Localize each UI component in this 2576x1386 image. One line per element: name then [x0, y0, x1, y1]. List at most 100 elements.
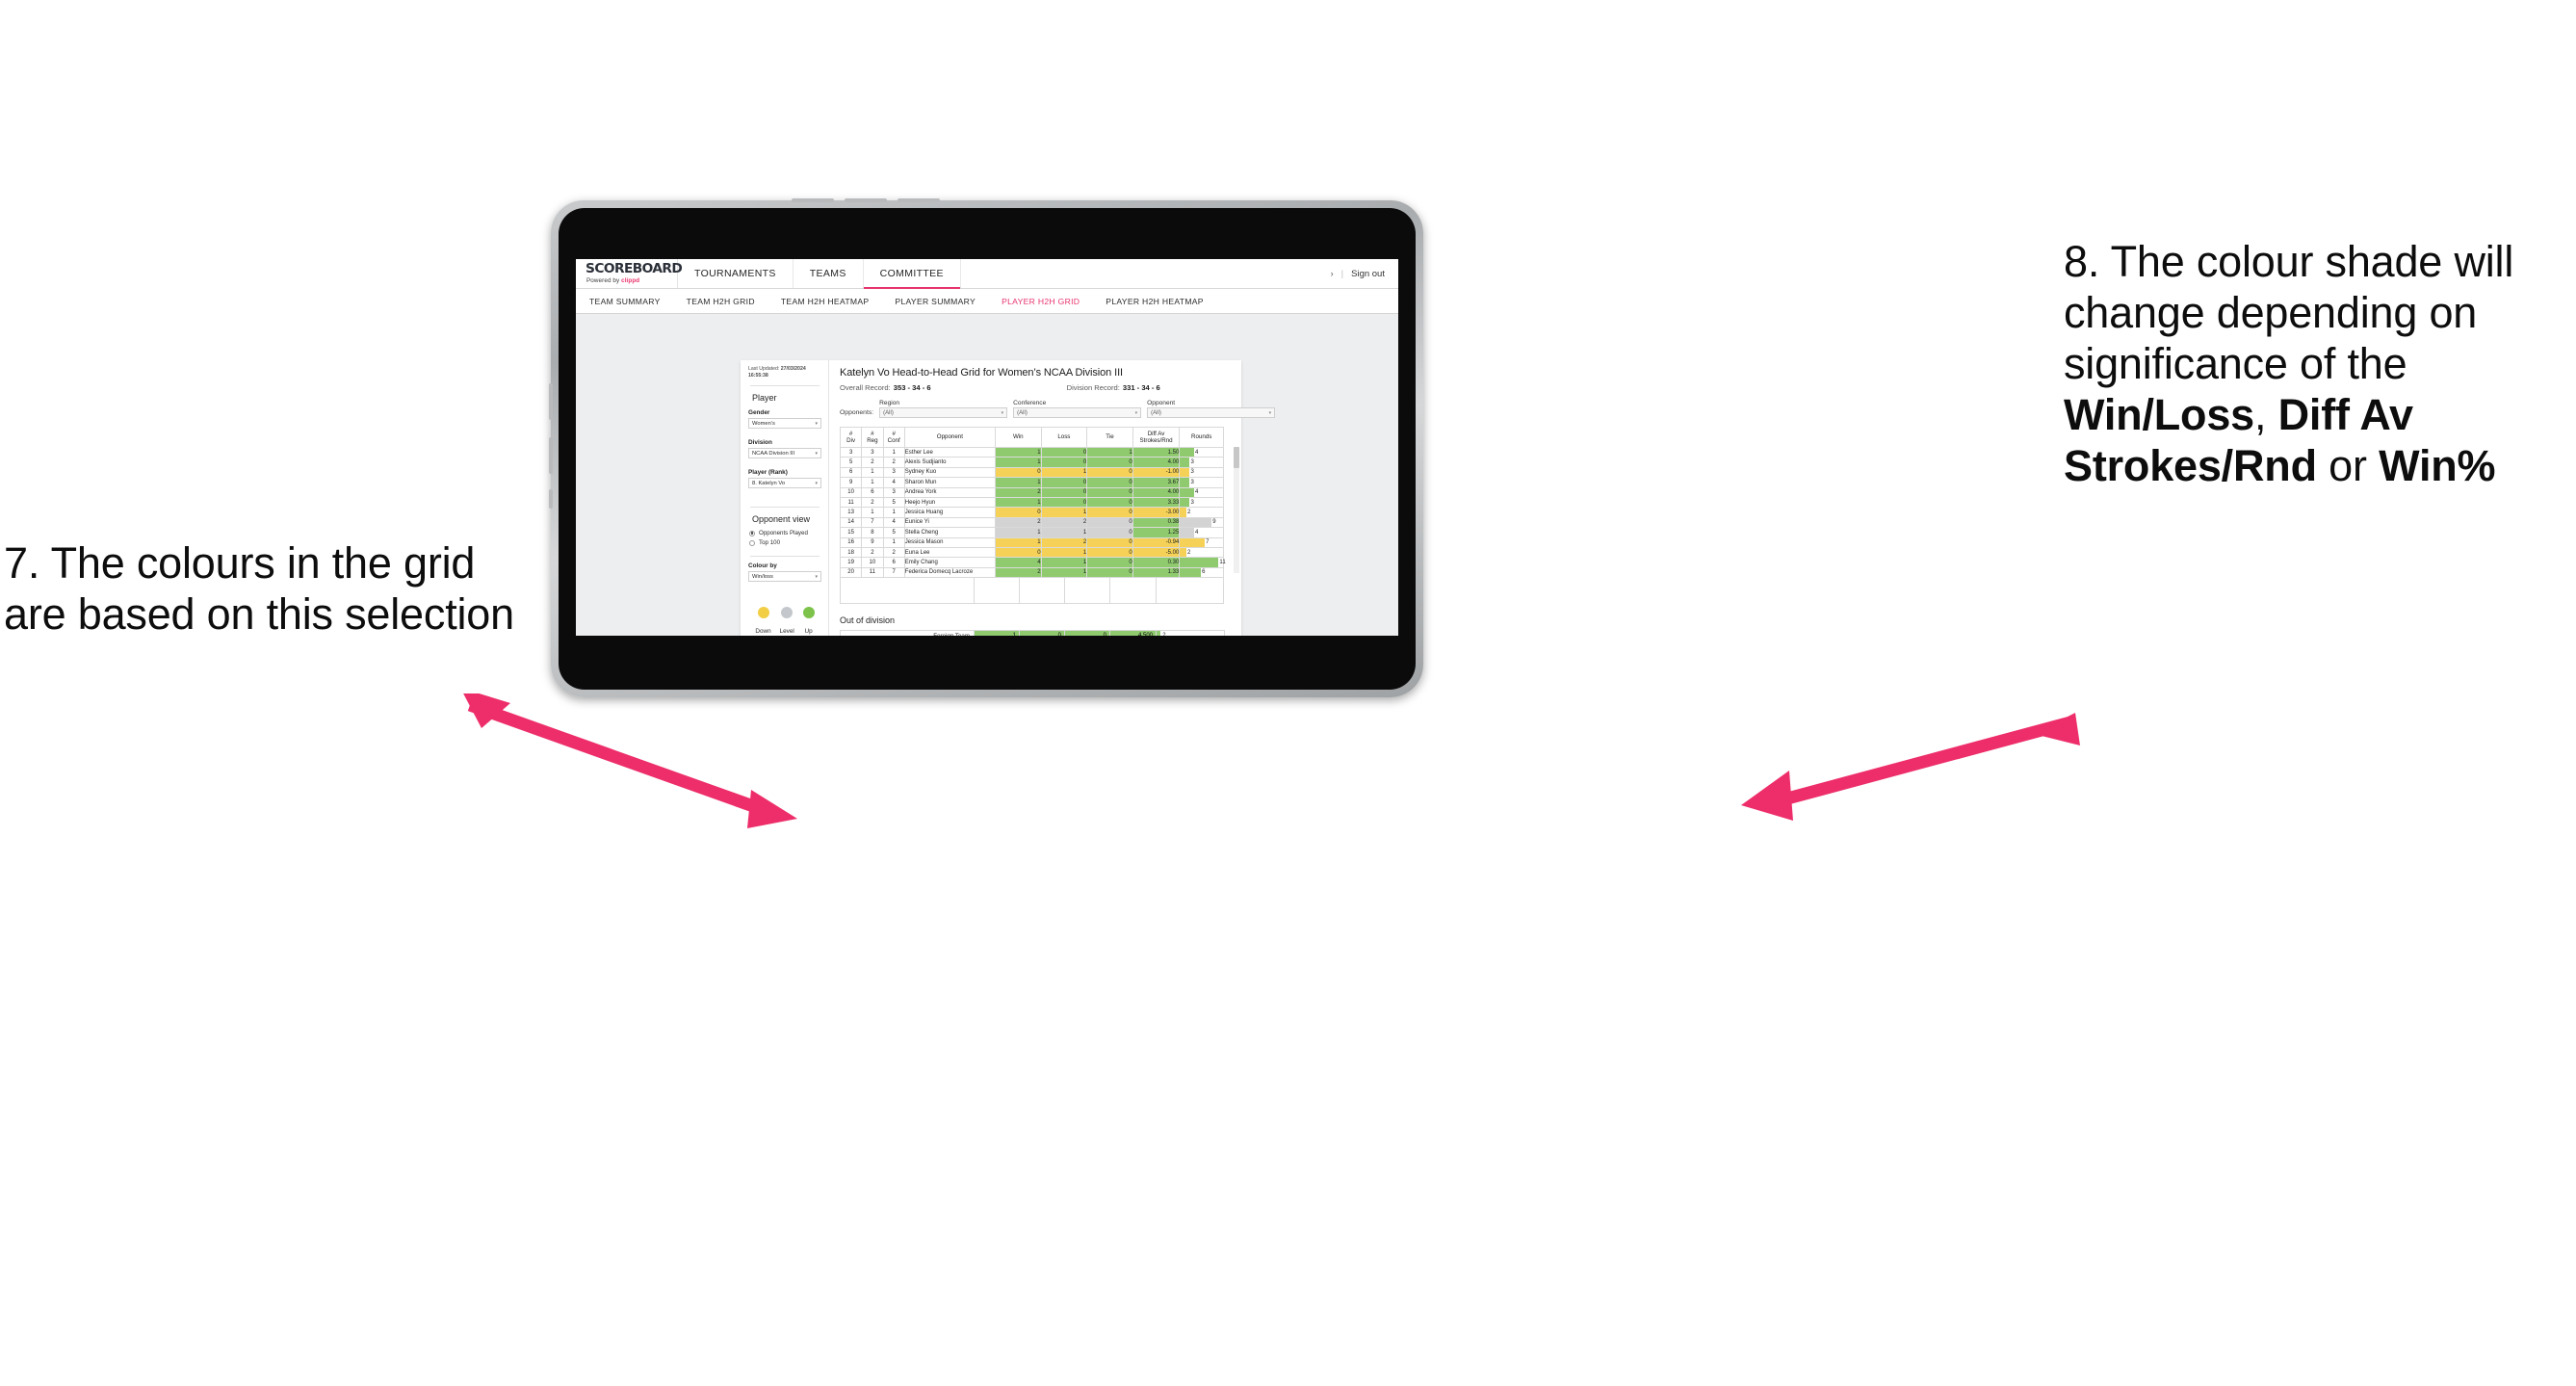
overall-record-value: 353 - 34 - 6 — [893, 383, 931, 392]
chevron-right-icon[interactable]: › — [1331, 269, 1334, 278]
annotation-8-mid2: or — [2316, 441, 2380, 491]
header-divider: | — [1340, 268, 1344, 279]
cell-conf: 5 — [882, 496, 905, 509]
cell-ood-tie: 0 — [1064, 630, 1110, 636]
tab-player-h2h-grid[interactable]: PLAYER H2H GRID — [1002, 297, 1080, 306]
cell-win: 1 — [994, 496, 1042, 509]
tail-line-5 — [1156, 578, 1157, 604]
table-row[interactable]: 15 8 5 Stella Cheng 1 1 0 1.25 4 — [839, 527, 1224, 538]
table-row[interactable]: 13 1 1 Jessica Huang 0 1 0 -3.00 2 — [839, 507, 1224, 518]
tail-line-3 — [1064, 578, 1065, 604]
cell-div: 15 — [839, 527, 863, 538]
tab-team-h2h-grid[interactable]: TEAM H2H GRID — [687, 297, 755, 306]
th-conf-bottom: Conf — [887, 437, 900, 444]
out-of-division-table: Foreign Team1004.5002NAIA Division 11500… — [840, 630, 1225, 636]
cell-opponent: Emily Chang — [903, 557, 996, 568]
division-select[interactable]: NCAA Division III ▾ — [748, 448, 821, 459]
tablet-screen: SCOREBOARD Powered by clippd TOURNAMENTS… — [576, 259, 1398, 636]
opponent-label: Opponent — [1147, 400, 1176, 406]
cell-tie: 0 — [1086, 527, 1133, 538]
cell-win: 0 — [994, 546, 1042, 559]
cell-win: 1 — [994, 477, 1042, 488]
grid-scrollbar-thumb[interactable] — [1234, 447, 1239, 468]
cell-conf: 3 — [882, 486, 905, 498]
player-rank-select[interactable]: 8. Katelyn Vo ▾ — [748, 478, 821, 489]
nav-item-tournaments[interactable]: TOURNAMENTS — [678, 259, 794, 288]
tab-player-h2h-heatmap[interactable]: PLAYER H2H HEATMAP — [1106, 297, 1204, 306]
th-reg-top: # — [871, 430, 874, 437]
cell-opponent: Sydney Kuo — [903, 466, 996, 479]
nav-item-committee[interactable]: COMMITTEE — [863, 259, 961, 289]
nav-item-teams[interactable]: TEAMS — [794, 259, 864, 288]
cell-loss: 1 — [1040, 466, 1088, 479]
cell-win: 2 — [994, 486, 1042, 498]
divider-2 — [750, 507, 820, 509]
tab-team-h2h-heatmap[interactable]: TEAM H2H HEATMAP — [781, 297, 870, 306]
records-row: Overall Record: 353 - 34 - 6 Division Rec… — [840, 383, 1232, 392]
gender-select[interactable]: Women’s ▾ — [748, 418, 821, 430]
rounds-bar — [1180, 567, 1201, 578]
table-row[interactable]: 5 2 2 Alexis Sudjianto 1 0 0 4.00 3 — [839, 457, 1224, 468]
region-select[interactable]: (All) ▾ — [879, 407, 1008, 418]
cell-rounds: 3 — [1179, 466, 1224, 479]
rounds-value: 4 — [1194, 529, 1199, 536]
out-of-division-row[interactable]: Foreign Team1004.5002 — [840, 630, 1225, 636]
cell-rounds: 3 — [1179, 457, 1224, 468]
opponent-select[interactable]: (All) ▾ — [1147, 407, 1276, 418]
player-rank-field: Player (Rank) 8. Katelyn Vo ▾ — [748, 469, 821, 489]
table-row[interactable]: 16 9 1 Jessica Mason 1 2 0 -0.94 7 — [839, 536, 1224, 548]
radio-opponents-played[interactable]: Opponents Played — [749, 530, 821, 536]
colour-by-select[interactable]: Win/loss ▾ — [748, 571, 821, 583]
top-detail-1 — [792, 198, 834, 202]
cell-rounds: 4 — [1179, 486, 1224, 498]
logo-title: SCOREBOARD — [585, 260, 683, 276]
cell-conf: 1 — [882, 446, 905, 458]
table-row[interactable]: 18 2 2 Euna Lee 0 1 0 -5.00 2 — [839, 546, 1224, 559]
cell-conf: 7 — [882, 566, 905, 579]
division-field: Division NCAA Division III ▾ — [748, 439, 821, 459]
table-row[interactable]: 6 1 3 Sydney Kuo 0 1 0 -1.00 3 — [839, 466, 1224, 479]
division-record-label: Division Record: — [1066, 383, 1120, 392]
logo[interactable]: SCOREBOARD Powered by clippd — [576, 259, 683, 288]
table-row[interactable]: 14 7 4 Eunice Yi 2 2 0 0.38 9 — [839, 516, 1224, 529]
cell-div: 16 — [839, 536, 863, 548]
cell-opponent: Jessica Mason — [903, 536, 996, 548]
cell-div: 11 — [839, 496, 863, 509]
table-row[interactable]: 10 6 3 Andrea York 2 0 0 4.00 4 — [839, 486, 1224, 498]
cell-ood-rounds: 2 — [1156, 630, 1225, 636]
ood-rounds-value: 2 — [1162, 631, 1165, 636]
th-tie: Tie — [1086, 427, 1133, 448]
rounds-value: 6 — [1202, 569, 1206, 576]
rounds-bar — [1180, 487, 1194, 497]
rounds-bar — [1180, 537, 1205, 547]
table-row[interactable]: 11 2 5 Heejo Hyun 1 0 0 3.33 3 — [839, 496, 1224, 509]
table-row[interactable]: 3 3 1 Esther Lee 1 0 1 1.50 4 — [839, 446, 1224, 458]
chevron-down-icon: ▾ — [815, 573, 818, 580]
cell-win: 0 — [994, 466, 1042, 479]
region-value: (All) — [883, 409, 894, 416]
tab-team-summary[interactable]: TEAM SUMMARY — [589, 297, 661, 306]
colour-legend: Down Level Up — [748, 607, 821, 635]
logo-powered-prefix: Powered by — [586, 277, 622, 285]
cell-diff: 0.38 — [1132, 516, 1181, 529]
cell-loss: 0 — [1040, 446, 1088, 458]
radio-top-100[interactable]: Top 100 — [749, 539, 821, 546]
cell-div: 14 — [839, 516, 863, 529]
tablet-device: SCOREBOARD Powered by clippd TOURNAMENTS… — [549, 198, 1423, 697]
table-row[interactable]: 9 1 4 Sharon Mun 1 0 0 3.67 3 — [839, 477, 1224, 488]
cell-div: 19 — [839, 557, 863, 568]
filter-sidebar: Last Updated: 27/03/2024 16:55:38 Player… — [741, 360, 829, 636]
divider-1 — [750, 385, 820, 387]
opponent-view-title: Opponent view — [752, 514, 811, 525]
th-loss: Loss — [1040, 427, 1088, 448]
cell-diff: 1.33 — [1132, 566, 1181, 579]
sign-out-link[interactable]: Sign out — [1351, 269, 1385, 279]
table-row[interactable]: 19 10 6 Emily Chang 4 1 0 0.30 11 — [839, 557, 1226, 568]
cell-loss: 1 — [1040, 546, 1088, 559]
cell-reg: 10 — [861, 557, 884, 568]
table-row[interactable]: 20 11 7 Federica Domecq Lacroze 2 1 0 1.33 6 — [839, 566, 1224, 579]
tab-player-summary[interactable]: PLAYER SUMMARY — [895, 297, 976, 306]
th-diff-bottom: Strokes/Rnd — [1139, 437, 1173, 444]
cell-win: 1 — [994, 446, 1042, 458]
conference-select[interactable]: (All) ▾ — [1013, 407, 1142, 418]
